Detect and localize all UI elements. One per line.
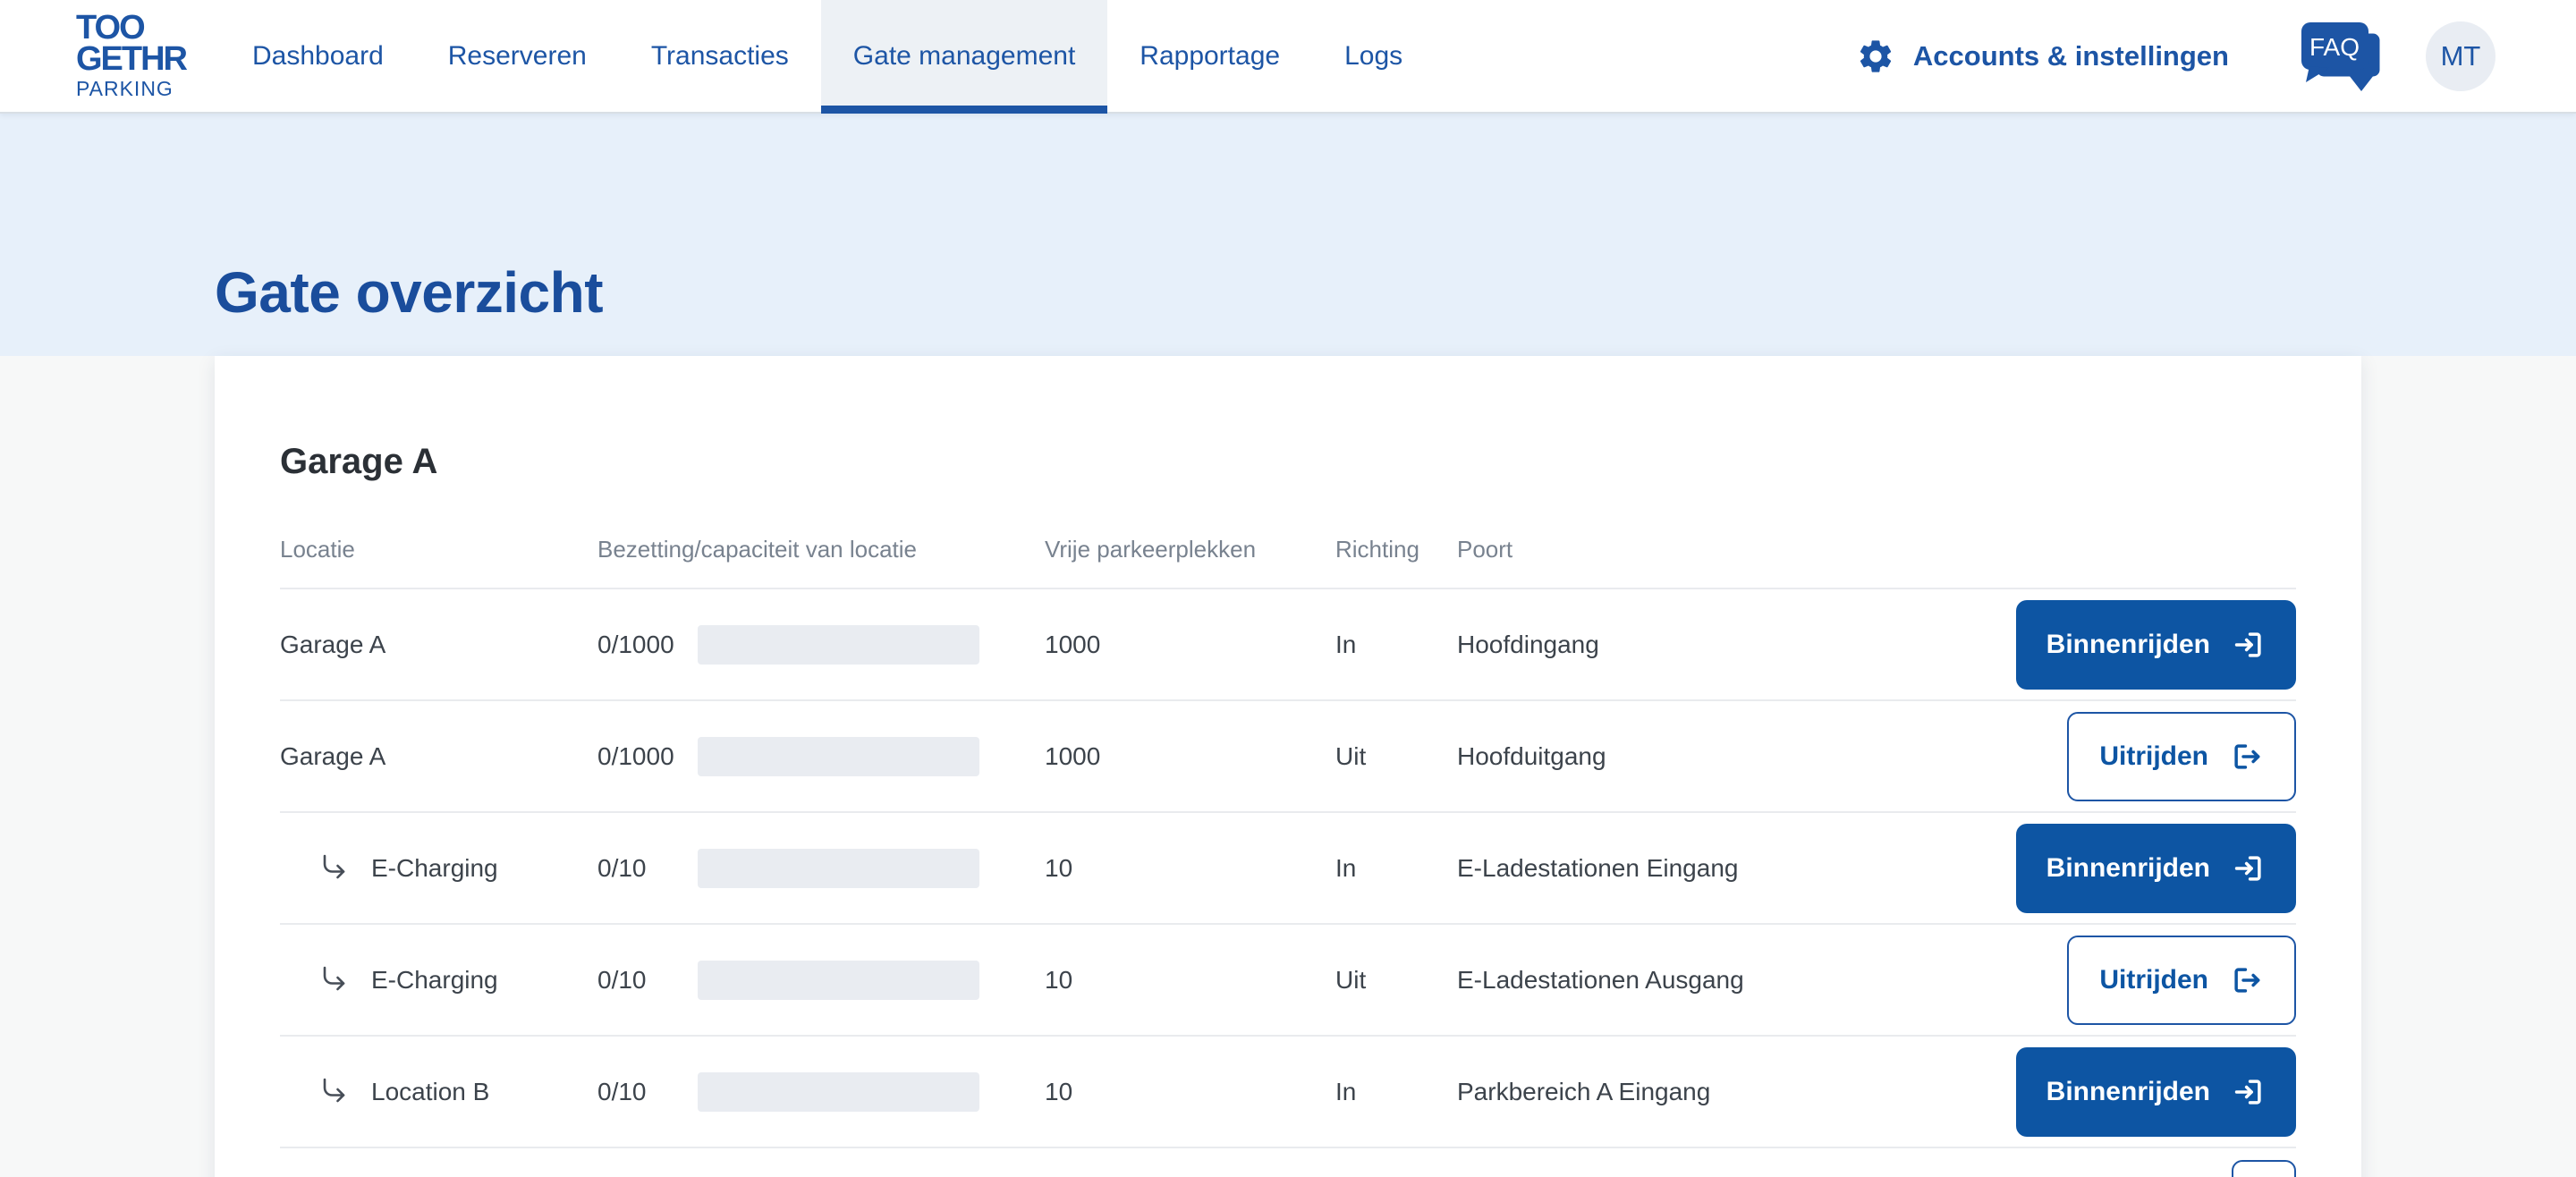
nav-item-rapportage[interactable]: Rapportage: [1107, 0, 1312, 112]
avatar-initials: MT: [2441, 40, 2481, 72]
col-header-bezetting: Bezetting/capaciteit van locatie: [597, 536, 1045, 563]
nav-item-gate-management[interactable]: Gate management: [821, 0, 1107, 112]
cell-richting: Uit: [1335, 966, 1457, 995]
faq-chat-bubbles-icon: FAQ: [2301, 22, 2382, 91]
user-avatar[interactable]: MT: [2426, 21, 2496, 91]
sub-location-arrow-icon: [318, 1075, 352, 1109]
cell-locatie: E-Charging: [280, 963, 597, 997]
logo-line-gethr: GETHR: [76, 44, 186, 75]
cell-vrije-parkeerplekken: 10: [1045, 966, 1335, 995]
cell-bezetting: 0/1000: [597, 625, 1045, 665]
occupancy-progress-bar: [698, 849, 979, 888]
table-row: E-Charging 0/10 10 In E-Ladestationen Ei…: [280, 813, 2296, 925]
cell-bezetting: 0/10: [597, 961, 1045, 1000]
faq-button[interactable]: FAQ: [2299, 20, 2388, 93]
binnenrijden-button[interactable]: Binnenrijden: [2016, 824, 2296, 913]
nav-right-section: Accounts & instellingen FAQ MT: [1856, 0, 2496, 112]
cell-poort: E-Ladestationen Ausgang: [1457, 966, 2001, 995]
uitrijden-button[interactable]: [2232, 1160, 2296, 1177]
cell-richting: Uit: [1335, 742, 1457, 771]
toogethr-parking-logo[interactable]: TOO GETHR PARKING: [76, 13, 186, 100]
col-header-poort: Poort: [1457, 536, 2001, 563]
occupancy-value: 0/1000: [597, 742, 698, 771]
occupancy-progress-bar: [698, 1072, 979, 1112]
svg-text:FAQ: FAQ: [2309, 33, 2360, 61]
cell-bezetting: 0/10: [597, 1072, 1045, 1112]
enter-icon: [2232, 1075, 2266, 1109]
exit-icon: [2230, 963, 2264, 997]
table-row: Garage A 0/1000 1000 Uit Hoofduitgang Ui…: [280, 701, 2296, 813]
cell-locatie: Garage A: [280, 742, 597, 771]
occupancy-progress-bar: [698, 737, 979, 776]
col-header-vrije-parkeerplekken: Vrije parkeerplekken: [1045, 536, 1335, 563]
cell-poort: Parkbereich A Eingang: [1457, 1078, 2001, 1106]
cell-richting: In: [1335, 1078, 1457, 1106]
binnenrijden-button[interactable]: Binnenrijden: [2016, 600, 2296, 690]
cell-vrije-parkeerplekken: 10: [1045, 1078, 1335, 1106]
col-header-richting: Richting: [1335, 536, 1457, 563]
col-header-locatie: Locatie: [280, 536, 597, 563]
cell-poort: Hoofdingang: [1457, 631, 2001, 659]
enter-icon: [2232, 628, 2266, 662]
main-menu: Dashboard Reserveren Transacties Gate ma…: [220, 0, 1435, 112]
cell-locatie: Location B: [280, 1075, 597, 1109]
page-hero: Gate overzicht: [0, 114, 2576, 356]
table-row: E-Charging 0/10 10 Uit E-Ladestationen A…: [280, 925, 2296, 1037]
cell-bezetting: 0/10: [597, 849, 1045, 888]
cell-richting: In: [1335, 631, 1457, 659]
top-navigation: TOO GETHR PARKING Dashboard Reserveren T…: [0, 0, 2576, 114]
table-row-partial: [280, 1148, 2296, 1177]
uitrijden-button[interactable]: Uitrijden: [2067, 712, 2296, 801]
accounts-settings-link[interactable]: Accounts & instellingen: [1856, 37, 2229, 76]
nav-item-logs[interactable]: Logs: [1312, 0, 1435, 112]
occupancy-value: 0/10: [597, 854, 698, 883]
occupancy-progress-bar: [698, 961, 979, 1000]
table-row: Garage A 0/1000 1000 In Hoofdingang Binn…: [280, 589, 2296, 701]
nav-item-reserveren[interactable]: Reserveren: [416, 0, 619, 112]
cell-locatie: Garage A: [280, 631, 597, 659]
cell-richting: In: [1335, 854, 1457, 883]
cell-locatie: E-Charging: [280, 851, 597, 885]
nav-item-dashboard[interactable]: Dashboard: [220, 0, 416, 112]
cell-vrije-parkeerplekken: 1000: [1045, 631, 1335, 659]
cell-bezetting: 0/1000: [597, 737, 1045, 776]
table-header-row: Locatie Bezetting/capaciteit van locatie…: [280, 536, 2296, 589]
logo-line-parking: PARKING: [76, 79, 186, 99]
table-row: Location B 0/10 10 In Parkbereich A Eing…: [280, 1037, 2296, 1148]
occupancy-progress-bar: [698, 625, 979, 665]
occupancy-value: 0/1000: [597, 631, 698, 659]
nav-item-transacties[interactable]: Transacties: [619, 0, 821, 112]
enter-icon: [2232, 851, 2266, 885]
accounts-settings-label: Accounts & instellingen: [1913, 40, 2229, 72]
garage-section-title: Garage A: [280, 356, 2296, 482]
exit-icon: [2230, 740, 2264, 774]
gear-icon: [1856, 37, 1895, 76]
occupancy-value: 0/10: [597, 1078, 698, 1106]
cell-poort: E-Ladestationen Eingang: [1457, 854, 2001, 883]
logo-line-too: TOO: [76, 13, 186, 44]
gate-overview-card: Garage A Locatie Bezetting/capaciteit va…: [215, 356, 2361, 1177]
occupancy-value: 0/10: [597, 966, 698, 995]
cell-vrije-parkeerplekken: 10: [1045, 854, 1335, 883]
binnenrijden-button[interactable]: Binnenrijden: [2016, 1047, 2296, 1137]
cell-vrije-parkeerplekken: 1000: [1045, 742, 1335, 771]
page-title: Gate overzicht: [215, 259, 603, 326]
uitrijden-button[interactable]: Uitrijden: [2067, 936, 2296, 1025]
sub-location-arrow-icon: [318, 963, 352, 997]
sub-location-arrow-icon: [318, 851, 352, 885]
cell-poort: Hoofduitgang: [1457, 742, 2001, 771]
